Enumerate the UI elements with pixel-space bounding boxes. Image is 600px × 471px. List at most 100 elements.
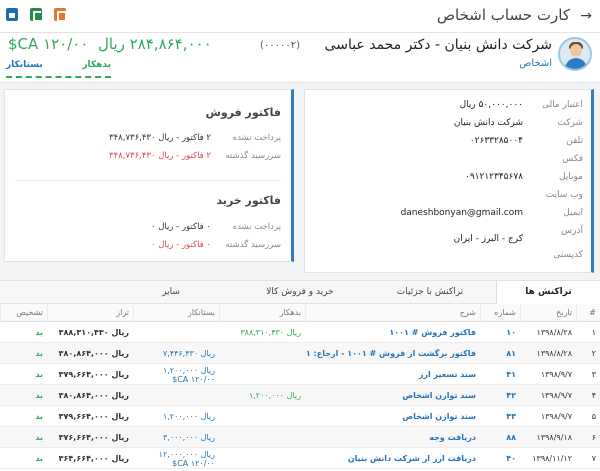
- tab-goods-trade[interactable]: خرید و فروش کالا: [236, 281, 364, 304]
- info-label: شرکت: [557, 118, 583, 128]
- cell-balance: ریال ۳۷۹,۶۶۴,۰۰۰: [58, 370, 129, 379]
- info-label: ایمیل: [563, 208, 583, 218]
- table-row[interactable]: ۴ ۱۳۹۸/۹/۷ ۴۲ سند توازن اشخاص ریال ۱,۲۰۰…: [0, 385, 600, 406]
- col-index: #: [576, 304, 600, 322]
- cell-number[interactable]: ۴۰: [480, 448, 520, 469]
- cell-credit: ریال ۱,۲۰۰,۰۰۰: [162, 412, 215, 421]
- table-row[interactable]: ۶ ۱۳۹۸/۹/۱۸ ۸۸ دریافت وجه ریال ۳,۰۰۰,۰۰۰…: [0, 427, 600, 448]
- avatar: [558, 37, 592, 71]
- cell-credit-rial: ریال ۱۲,۰۰۰,۰۰۰: [158, 450, 215, 459]
- print-icon[interactable]: [6, 8, 18, 21]
- table-row[interactable]: ۵ ۱۳۹۸/۹/۷ ۴۳ سند توازن اشخاص ریال ۱,۲۰۰…: [0, 406, 600, 427]
- info-value: ۵۰,۰۰۰,۰۰۰ ریال: [459, 100, 523, 110]
- cell-credit-cad: ۱۲۰/۰۰ CA$: [172, 375, 215, 384]
- cell-balance: ریال ۳۷۹,۶۶۴,۰۰۰: [58, 412, 129, 421]
- cell-status: بد: [35, 349, 43, 358]
- person-type-link[interactable]: اشخاص: [519, 58, 552, 69]
- cell-description[interactable]: فاکتور فروش # ۱۰۰۱: [305, 322, 480, 343]
- cell-status: بد: [35, 370, 43, 379]
- cell-status: بد: [35, 391, 43, 400]
- cell-index: ۱: [591, 328, 596, 337]
- purchase-unpaid-value: ۰ فاکتور - ریال ۰: [150, 222, 211, 232]
- toolbar-icons: [6, 8, 67, 22]
- cell-status: بد: [35, 412, 43, 421]
- cell-debit: [219, 364, 305, 385]
- balance-rial: ۲۸۴,۸۶۴,۰۰۰ ریال: [97, 35, 212, 53]
- person-name: شرکت دانش بنیان - دکتر محمد عباسی: [324, 37, 552, 53]
- account-card-page: → کارت حساب اشخاص شرکت دانش بنیان - دکتر…: [0, 0, 600, 471]
- col-status[interactable]: تشخیص: [0, 304, 47, 322]
- table-row[interactable]: ۷ ۱۳۹۸/۱۱/۱۲ ۴۰ دریافت ارز از شرکت دانش …: [0, 448, 600, 469]
- tab-transactions[interactable]: تراکنش ها: [496, 281, 600, 304]
- transactions-table: # تاریخ شماره شرح بدهکار بستانکار تراز ت…: [0, 304, 600, 471]
- cell-number[interactable]: ۱۰: [480, 322, 520, 343]
- cell-debit: ریال ۳۸۸,۳۱۰,۴۳۰: [240, 328, 301, 337]
- info-label: تلفن: [566, 136, 583, 146]
- page-title: کارت حساب اشخاص: [436, 6, 570, 24]
- info-value: شرکت دانش بنیان: [453, 118, 523, 128]
- person-code: (۰۰۰۰۰۲): [259, 40, 300, 51]
- sales-overdue-label: سررسید گذشته: [225, 151, 281, 161]
- info-label: اعتبار مالی: [541, 100, 583, 110]
- sales-invoice-title[interactable]: فاکتور فروش: [206, 106, 281, 119]
- cell-debit: ریال ۱,۲۰۰,۰۰۰: [248, 391, 301, 400]
- cell-debit: [219, 427, 305, 448]
- col-date[interactable]: تاریخ: [520, 304, 576, 322]
- cell-number[interactable]: ۸۸: [480, 427, 520, 448]
- cell-balance: ریال ۳۸۸,۳۱۰,۴۳۰: [58, 328, 129, 337]
- info-label: فکس: [562, 154, 583, 164]
- cell-description[interactable]: سند توازن اشخاص: [305, 385, 480, 406]
- excel-icon[interactable]: [30, 8, 42, 22]
- purchase-unpaid-row: پرداخت نشده ۰ فاکتور - ریال ۰: [11, 222, 281, 238]
- col-debit[interactable]: بدهکار: [219, 304, 305, 322]
- cell-index: ۵: [591, 412, 596, 421]
- cell-index: ۲: [591, 349, 596, 358]
- cell-description[interactable]: سند تسعیر ارز: [305, 364, 480, 385]
- tab-transactions-detailed[interactable]: تراکنش با جزئیات: [364, 281, 496, 304]
- tab-other[interactable]: سایر: [106, 281, 236, 304]
- cell-description[interactable]: دریافت وجه: [305, 427, 480, 448]
- cell-balance: ریال ۳۸۰,۸۶۴,۰۰۰: [58, 349, 129, 358]
- cell-debit: [219, 448, 305, 469]
- cell-status: بد: [35, 328, 43, 337]
- info-value: ۰۹۱۲۱۲۳۴۵۶۷۸: [464, 172, 523, 182]
- balance-labels: بستانکار بدهکار: [6, 60, 111, 76]
- tab-bar: تراکنش ها تراکنش با جزئیات خرید و فروش ک…: [0, 280, 600, 304]
- cell-number[interactable]: ۴۲: [480, 385, 520, 406]
- purchase-unpaid-label: پرداخت نشده: [232, 222, 281, 232]
- purchase-invoice-title[interactable]: فاکتور خرید: [216, 194, 281, 207]
- cell-description[interactable]: فاکتور برگشت از فروش # ۱۰۰۱ - ارجاع: ۱۰۰…: [305, 343, 480, 364]
- cell-balance: ریال ۳۷۶,۶۶۴,۰۰۰: [58, 433, 129, 442]
- cell-number[interactable]: ۸۱: [480, 343, 520, 364]
- cell-credit: ریال ۷,۴۴۶,۴۳۰: [162, 349, 215, 358]
- avatar-body: [565, 58, 587, 69]
- col-balance[interactable]: تراز: [47, 304, 133, 322]
- sales-overdue-value: ۲ فاکتور - ریال ۳۴۸,۷۳۶,۴۳۰: [109, 151, 211, 161]
- table-row[interactable]: ۲ ۱۳۹۸/۸/۲۸ ۸۱ فاکتور برگشت از فروش # ۱۰…: [0, 343, 600, 364]
- sales-unpaid-label: پرداخت نشده: [232, 133, 281, 143]
- cell-credit-cad: ۱۲۰/۰۰ CA$: [172, 459, 215, 468]
- cell-description[interactable]: سند توازن اشخاص: [305, 406, 480, 427]
- cell-number[interactable]: ۴۱: [480, 364, 520, 385]
- cell-number[interactable]: ۴۳: [480, 406, 520, 427]
- cell-index: ۶: [591, 433, 596, 442]
- info-value[interactable]: daneshbonyan@gmail.com: [401, 208, 523, 218]
- table-row[interactable]: ۱ ۱۳۹۸/۸/۲۸ ۱۰ فاکتور فروش # ۱۰۰۱ ریال ۳…: [0, 322, 600, 343]
- cell-description[interactable]: دریافت ارز از شرکت دانش بنیان: [305, 448, 480, 469]
- info-row-fax: فکس: [305, 154, 591, 172]
- col-description[interactable]: شرح: [305, 304, 480, 322]
- table-row[interactable]: ۳ ۱۳۹۸/۹/۷ ۴۱ سند تسعیر ارز ریال ۱,۲۰۰,۰…: [0, 364, 600, 385]
- info-row-mobile: موبایل ۰۹۱۲۱۲۳۴۵۶۷۸: [305, 172, 591, 190]
- cell-balance: ریال ۳۸۰,۸۶۴,۰۰۰: [58, 391, 129, 400]
- col-number[interactable]: شماره: [480, 304, 520, 322]
- top-bar: → کارت حساب اشخاص: [0, 0, 600, 33]
- pdf-icon[interactable]: [54, 8, 67, 22]
- cell-date: ۱۳۹۸/۹/۷: [540, 391, 572, 400]
- purchase-overdue-value: ۰ فاکتور - ریال ۰: [150, 240, 211, 250]
- arrow-right-icon[interactable]: →: [580, 8, 592, 24]
- cell-date: ۱۳۹۸/۱۱/۱۲: [532, 454, 572, 463]
- creditor-label: بستانکار: [6, 60, 43, 70]
- cell-balance: ریال ۳۶۴,۶۶۴,۰۰۰: [58, 454, 129, 463]
- col-credit[interactable]: بستانکار: [133, 304, 219, 322]
- info-label: کدپستی: [553, 250, 583, 260]
